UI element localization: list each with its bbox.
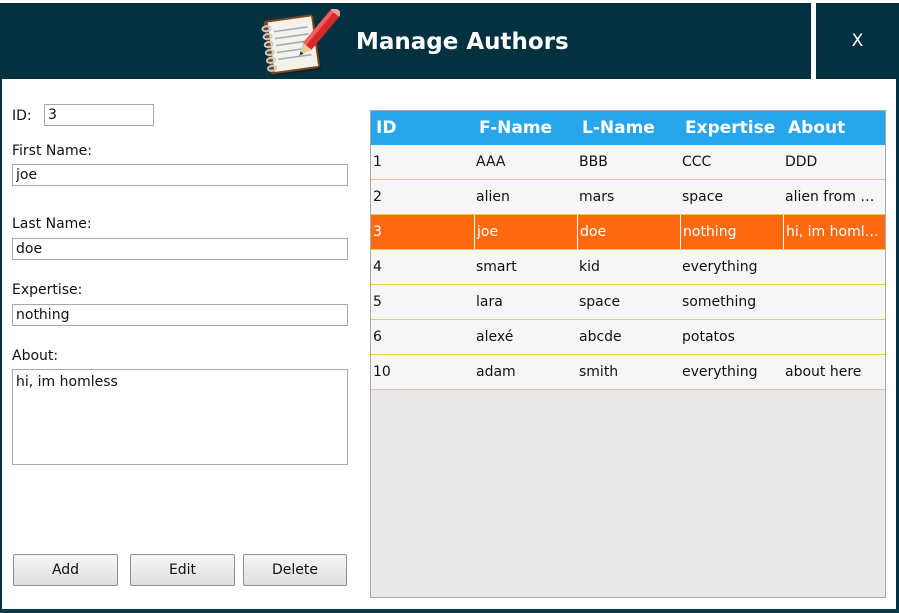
table-cell: everything <box>682 364 758 380</box>
column-header-id[interactable]: ID <box>371 111 474 145</box>
table-cell: 1 <box>373 154 382 170</box>
table-cell: adam <box>476 364 516 380</box>
table-cell <box>783 320 885 354</box>
table-cell: doe <box>577 215 680 249</box>
table-cell: smith <box>579 364 619 380</box>
table-row[interactable]: 3 joe doe nothing hi, im homless <box>371 215 885 250</box>
table-cell: nothing <box>680 215 783 249</box>
table-cell: smart <box>476 259 517 275</box>
table-header: ID F-Name L-Name Expertise About <box>371 111 885 145</box>
expertise-label: Expertise: <box>12 282 83 298</box>
column-header-last-name[interactable]: L-Name <box>577 111 680 145</box>
column-header-expertise[interactable]: Expertise <box>680 111 783 145</box>
table-row[interactable]: 4 smart kid everything <box>371 250 885 285</box>
table-cell: potatos <box>682 329 735 345</box>
close-button[interactable]: X <box>816 3 899 79</box>
table-cell: 3 <box>373 224 382 240</box>
add-button[interactable]: Add <box>13 554 118 586</box>
table-row[interactable]: 1 AAA BBB CCC DDD <box>371 145 885 180</box>
table-cell: joe <box>474 215 577 249</box>
table-cell: alien <box>476 189 510 205</box>
table-cell: CCC <box>682 154 712 170</box>
delete-button[interactable]: Delete <box>243 554 347 586</box>
about-textarea[interactable]: hi, im homless <box>12 369 348 465</box>
about-label: About: <box>12 348 59 364</box>
table-cell: something <box>682 294 757 310</box>
table-cell: alexé <box>476 329 514 345</box>
table-row[interactable]: 5 lara space something <box>371 285 885 320</box>
first-name-field[interactable] <box>12 164 348 186</box>
table-cell: everything <box>682 259 758 275</box>
table-cell: 2 <box>373 189 382 205</box>
table-cell: abcde <box>579 329 622 345</box>
table-cell: hi, im homless <box>783 215 885 249</box>
window-title: Manage Authors <box>356 29 569 55</box>
table-cell: 4 <box>373 259 382 275</box>
last-name-field[interactable] <box>12 238 348 260</box>
table-cell: lara <box>476 294 503 310</box>
notebook-pencil-icon <box>261 9 340 75</box>
table-cell: mars <box>579 189 615 205</box>
expertise-field[interactable] <box>12 304 348 326</box>
column-header-first-name[interactable]: F-Name <box>474 111 577 145</box>
column-header-about[interactable]: About <box>783 111 885 145</box>
table-cell: space <box>682 189 724 205</box>
table-row[interactable]: 6 alexé abcde potatos <box>371 320 885 355</box>
id-field[interactable] <box>44 104 154 126</box>
table-row[interactable]: 2 alien mars space alien from mar... <box>371 180 885 215</box>
authors-table[interactable]: ID F-Name L-Name Expertise About 1 AAA BBB… <box>370 110 886 598</box>
table-cell: 10 <box>373 364 391 380</box>
edit-button[interactable]: Edit <box>130 554 235 586</box>
id-label: ID: <box>12 108 32 124</box>
table-row[interactable]: 10 adam smith everything about here <box>371 355 885 390</box>
table-cell <box>783 285 885 319</box>
table-cell: kid <box>579 259 600 275</box>
table-cell: BBB <box>579 154 608 170</box>
last-name-label: Last Name: <box>12 216 92 232</box>
window-border-left <box>0 79 2 613</box>
first-name-label: First Name: <box>12 143 92 159</box>
window-border-bottom <box>0 609 899 613</box>
table-cell <box>783 250 885 284</box>
table-cell: about here <box>785 364 862 380</box>
table-cell: 6 <box>373 329 382 345</box>
table-cell: alien from mar... <box>785 189 885 205</box>
title-bar: Manage Authors X <box>0 3 899 79</box>
table-cell: 5 <box>373 294 382 310</box>
table-cell: DDD <box>785 154 818 170</box>
table-cell: space <box>579 294 621 310</box>
table-cell: AAA <box>476 154 506 170</box>
